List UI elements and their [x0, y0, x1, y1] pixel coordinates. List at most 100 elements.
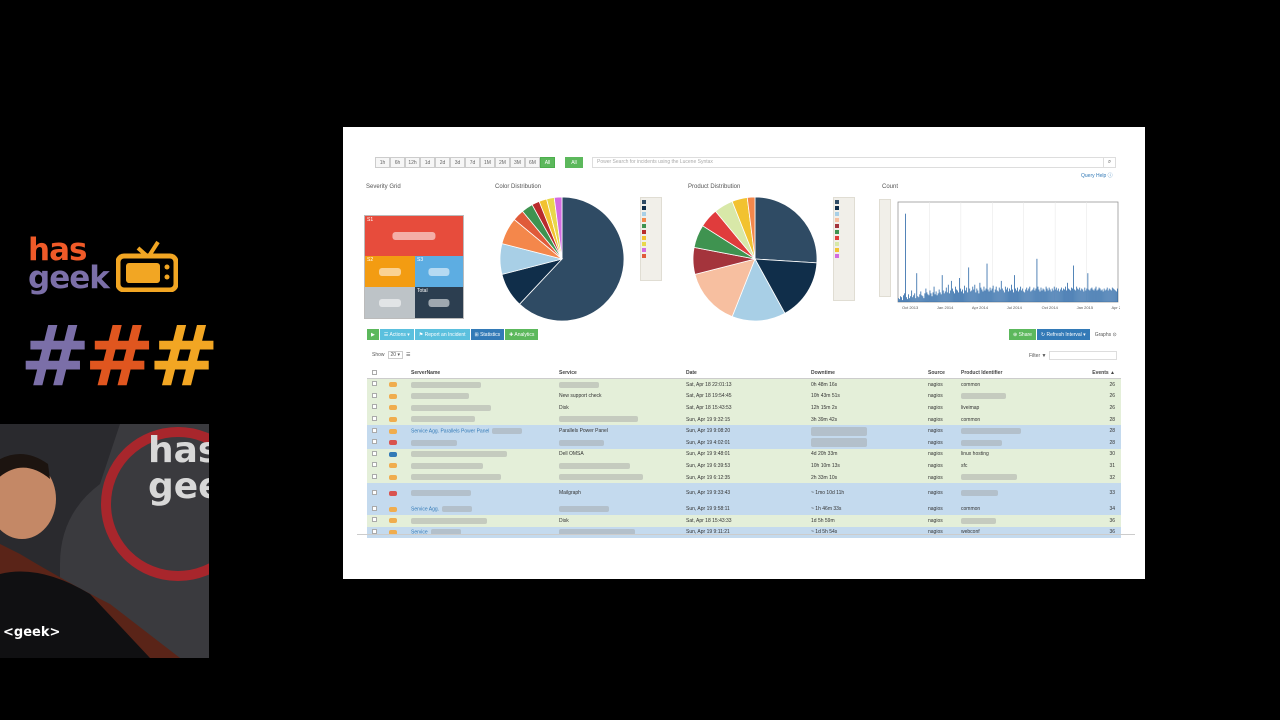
count-bar[interactable]	[931, 296, 933, 302]
count-bar[interactable]	[934, 294, 936, 302]
table-row[interactable]: Disk Sat, Apr 18 15:43:33 1d 5h 59m nagios 3…	[367, 514, 1121, 527]
count-bar[interactable]	[983, 286, 985, 302]
count-bar[interactable]	[1105, 289, 1107, 302]
count-bar[interactable]	[972, 286, 974, 302]
count-bar[interactable]	[1065, 286, 1066, 302]
server-name-cell[interactable]	[405, 474, 559, 481]
count-bar[interactable]	[908, 294, 909, 302]
count-bar[interactable]	[988, 291, 990, 302]
count-bar[interactable]	[1060, 287, 1062, 302]
count-bar[interactable]	[1052, 290, 1054, 302]
count-bar[interactable]	[991, 288, 993, 302]
range-button-12h[interactable]: 12h	[405, 157, 420, 168]
count-bar[interactable]	[1010, 290, 1011, 302]
count-bar[interactable]	[968, 267, 970, 302]
row-select-checkbox[interactable]	[367, 517, 381, 524]
count-bar[interactable]	[1112, 288, 1114, 302]
server-name-cell[interactable]	[405, 404, 559, 411]
count-bar[interactable]	[1020, 286, 1022, 302]
count-bar[interactable]	[1070, 290, 1071, 302]
count-bar[interactable]	[1053, 286, 1055, 302]
count-bar[interactable]	[1027, 290, 1029, 302]
count-chart[interactable]: Oct 2013 Jan 2014 Apr 2014 Jul 2014 Oct 2014…	[893, 199, 1120, 314]
count-bar[interactable]	[954, 293, 955, 302]
count-bar[interactable]	[940, 294, 942, 302]
count-bar[interactable]	[1063, 288, 1064, 302]
count-bar[interactable]	[1040, 287, 1042, 302]
server-name-cell[interactable]	[405, 517, 559, 524]
count-bar[interactable]	[987, 289, 989, 302]
count-bar[interactable]	[1016, 290, 1017, 302]
count-bar[interactable]	[932, 292, 934, 302]
range-button-1h[interactable]: 1h	[375, 157, 390, 168]
count-bar[interactable]	[927, 294, 929, 302]
count-bar[interactable]	[965, 290, 967, 302]
count-bar[interactable]	[1011, 284, 1012, 302]
count-bar[interactable]	[1102, 291, 1104, 302]
server-name-cell[interactable]	[405, 416, 559, 423]
range-button-6h[interactable]: 6h	[390, 157, 405, 168]
table-row[interactable]: Sat, Apr 18 22:01:13 0h 48m 16s nagios comm…	[367, 379, 1121, 391]
count-bar[interactable]	[1073, 265, 1074, 302]
count-bar[interactable]	[1013, 292, 1014, 302]
count-bar[interactable]	[912, 297, 914, 302]
count-bar[interactable]	[997, 291, 999, 302]
count-bar[interactable]	[903, 295, 904, 302]
count-bar[interactable]	[1030, 291, 1032, 302]
row-select-checkbox[interactable]	[367, 489, 381, 497]
row-select-checkbox[interactable]	[367, 427, 381, 435]
table-row[interactable]: Mailgraph Sun, Apr 19 9:33:43 ~ 1mo 10d 11…	[367, 483, 1121, 504]
count-bar[interactable]	[1095, 286, 1097, 302]
count-bar[interactable]	[959, 278, 960, 302]
count-bar[interactable]	[923, 298, 925, 302]
count-bar[interactable]	[1116, 288, 1118, 302]
count-bar[interactable]	[914, 293, 916, 302]
count-bar[interactable]	[1106, 287, 1108, 302]
count-bar[interactable]	[948, 293, 950, 302]
count-bar[interactable]	[911, 290, 913, 302]
count-bar[interactable]	[937, 293, 939, 302]
count-bar[interactable]	[975, 292, 977, 302]
count-bar[interactable]	[1046, 288, 1048, 302]
count-bar[interactable]	[944, 291, 946, 302]
severity-cell-s3[interactable]: S3	[415, 256, 463, 287]
count-bar[interactable]	[961, 291, 962, 302]
row-select-checkbox[interactable]	[367, 505, 381, 513]
count-bar[interactable]	[962, 289, 963, 302]
count-bar[interactable]	[977, 290, 979, 302]
count-bar[interactable]	[910, 296, 912, 302]
count-bar[interactable]	[966, 287, 968, 302]
count-bar[interactable]	[907, 299, 908, 302]
count-bar[interactable]	[1087, 273, 1089, 302]
count-bar[interactable]	[1024, 292, 1026, 302]
count-bar[interactable]	[926, 292, 928, 302]
count-bar[interactable]	[1085, 290, 1087, 302]
header-select[interactable]	[367, 369, 381, 377]
count-bar[interactable]	[1058, 291, 1060, 302]
severity-cell-total[interactable]: Total	[415, 287, 463, 318]
count-bar[interactable]	[1012, 289, 1013, 302]
count-bar[interactable]	[996, 290, 998, 302]
row-select-checkbox[interactable]	[367, 381, 381, 388]
count-bar[interactable]	[938, 289, 940, 302]
count-bar[interactable]	[942, 290, 944, 302]
table-row[interactable]: Service Agg. Parallels Power Panel Parall…	[367, 425, 1121, 437]
count-bar[interactable]	[918, 297, 920, 302]
count-bar[interactable]	[1074, 289, 1076, 302]
count-bar[interactable]	[949, 290, 951, 302]
count-bar[interactable]	[964, 285, 966, 302]
count-bar[interactable]	[1037, 286, 1039, 302]
count-bar[interactable]	[933, 286, 935, 302]
run-button[interactable]: ▶	[367, 329, 379, 340]
count-bar[interactable]	[957, 290, 958, 302]
row-select-checkbox[interactable]	[367, 462, 381, 469]
count-bar[interactable]	[955, 286, 956, 302]
count-bar[interactable]	[986, 263, 988, 302]
count-bar[interactable]	[960, 288, 961, 302]
graphs-toggle[interactable]: Graphs ⊙	[1090, 329, 1121, 340]
count-bar[interactable]	[974, 284, 976, 302]
search-icon[interactable]: ⌕	[1103, 158, 1115, 167]
count-bar[interactable]	[1049, 289, 1051, 302]
count-bar[interactable]	[1083, 291, 1085, 302]
count-bar[interactable]	[915, 298, 917, 302]
